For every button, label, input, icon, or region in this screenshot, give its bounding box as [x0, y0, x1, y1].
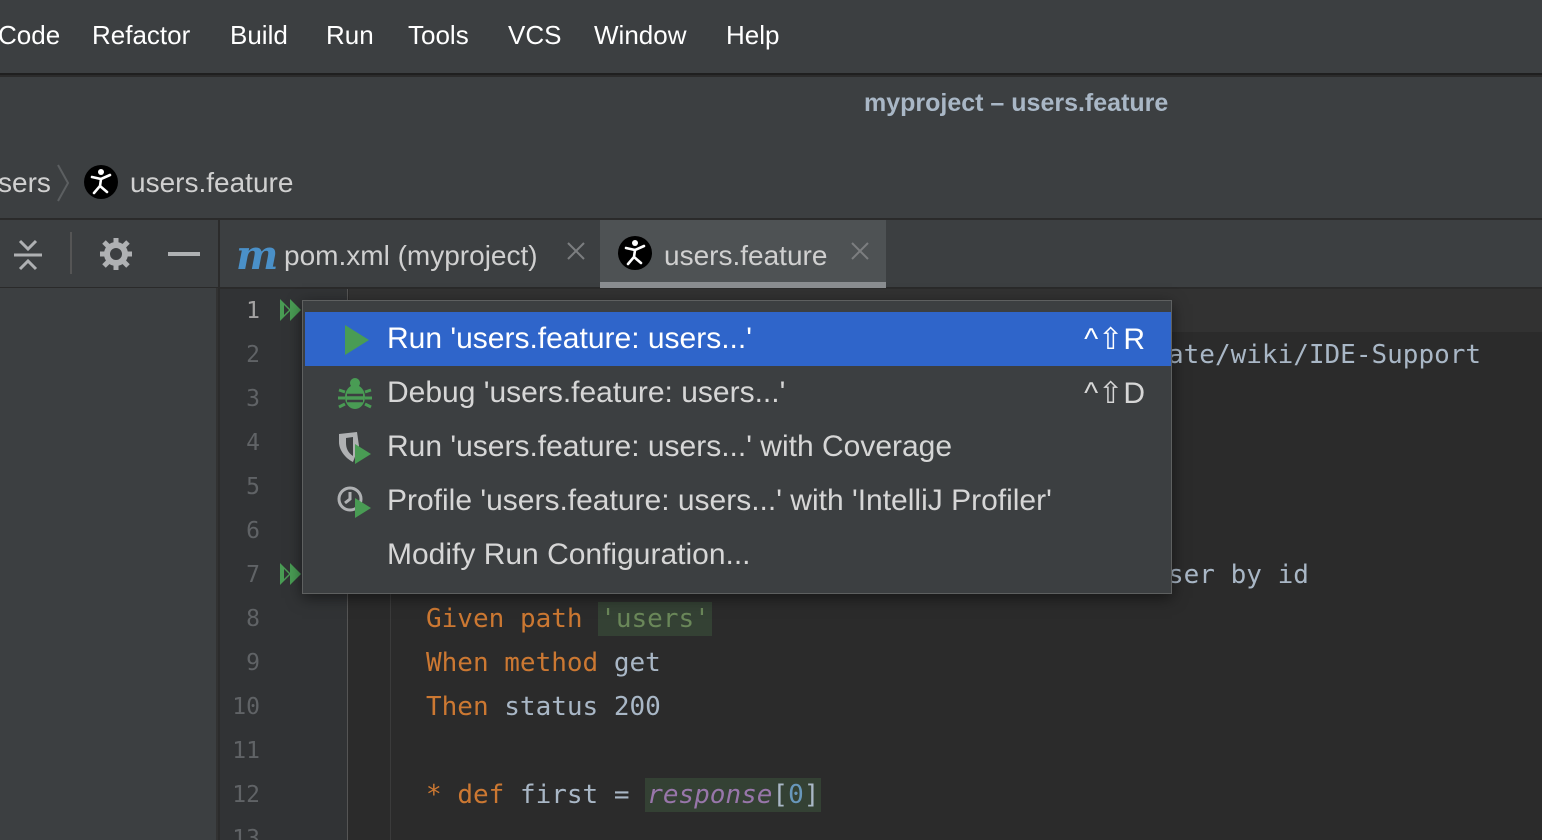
line-number: 6 — [246, 518, 260, 544]
tab-label: pom.xml (myproject) — [284, 240, 538, 271]
title-bar: myproject – users.feature — [0, 77, 1542, 137]
coverage-icon — [339, 432, 371, 464]
code-keyword: Given — [426, 604, 505, 634]
menu-run[interactable]: Run — [326, 20, 374, 51]
code-line-7-tail: ser by id — [1168, 560, 1309, 590]
popup-item-shortcut: ^⇧R — [1084, 323, 1145, 356]
window-title: myproject – users.feature — [864, 89, 1169, 117]
popup-item-profile[interactable]: Profile 'users.feature: users...' with '… — [305, 474, 1171, 528]
code-identifier: first — [519, 780, 599, 810]
line-number: 12 — [232, 782, 260, 808]
code-operator: = — [613, 780, 630, 810]
code-line-2-tail: ate/wiki/IDE-Support — [1168, 340, 1482, 370]
code-line-10: Then status 200 — [426, 692, 661, 722]
menu-build[interactable]: Build — [230, 20, 288, 51]
close-icon[interactable] — [565, 240, 587, 262]
line-number: 9 — [246, 650, 260, 676]
editor-tabs: m pom.xml (myproject) users.feature — [220, 220, 1542, 288]
popup-item-run[interactable]: Run 'users.feature: users...' ^⇧R — [305, 312, 1171, 366]
code-star: * — [426, 780, 442, 810]
collapse-all-icon[interactable] — [12, 238, 44, 272]
close-icon[interactable] — [849, 240, 871, 262]
code-number: 0 — [788, 780, 804, 810]
line-number: 1 — [246, 298, 260, 324]
minimize-icon[interactable] — [168, 252, 200, 258]
run-scenario-gutter-icon[interactable] — [278, 561, 304, 587]
line-number: 11 — [232, 738, 260, 764]
code-variable: response — [647, 780, 773, 810]
popup-item-label: Debug 'users.feature: users...' — [387, 376, 786, 409]
tab-users-feature[interactable]: users.feature — [600, 220, 886, 288]
tab-pom-xml[interactable]: m pom.xml (myproject) — [220, 220, 600, 288]
line-number: 2 — [246, 342, 260, 368]
chevron-right-icon — [57, 164, 70, 202]
breadcrumb-parent[interactable]: sers — [0, 167, 51, 199]
code-keyword: def — [457, 780, 505, 810]
popup-item-label: Profile 'users.feature: users...' with '… — [387, 484, 1052, 517]
run-context-popup: Run 'users.feature: users...' ^⇧R Debug … — [302, 300, 1172, 594]
maven-icon: m — [236, 232, 279, 279]
popup-item-coverage[interactable]: Run 'users.feature: users...' with Cover… — [305, 420, 1171, 474]
popup-item-debug[interactable]: Debug 'users.feature: users...' ^⇧D — [305, 366, 1171, 420]
code-string: 'users' — [598, 602, 712, 636]
menu-vcs[interactable]: VCS — [508, 20, 561, 51]
menu-window[interactable]: Window — [594, 20, 686, 51]
profiler-icon — [337, 486, 371, 518]
popup-item-label: Run 'users.feature: users...' — [387, 322, 752, 355]
code-keyword: path — [519, 604, 583, 634]
run-feature-gutter-icon[interactable] — [278, 297, 304, 323]
line-number: 13 — [232, 826, 260, 840]
popup-item-shortcut: ^⇧D — [1084, 377, 1145, 410]
code-line-9: When method get — [426, 648, 661, 678]
debug-icon — [338, 378, 372, 409]
breadcrumb-current[interactable]: users.feature — [130, 167, 293, 199]
code-line-8: Given path 'users' — [426, 602, 712, 636]
menu-tools[interactable]: Tools — [408, 20, 469, 51]
menu-code[interactable]: Code — [0, 20, 60, 51]
line-number: 4 — [246, 430, 260, 456]
code-keyword: Then — [426, 692, 489, 722]
toolbar-divider — [70, 232, 72, 274]
line-number: 7 — [246, 562, 260, 588]
line-number: 8 — [246, 606, 260, 632]
menu-bar: Code Refactor Build Run Tools VCS Window… — [0, 0, 1542, 75]
code-line-12: * def first = response[0] — [426, 778, 822, 812]
popup-item-label: Modify Run Configuration... — [387, 538, 751, 571]
line-number: 3 — [246, 386, 260, 412]
gear-icon[interactable] — [99, 237, 133, 271]
menu-refactor[interactable]: Refactor — [92, 20, 190, 51]
code-text: get — [613, 648, 661, 678]
menu-help[interactable]: Help — [726, 20, 779, 51]
code-keyword: When — [426, 648, 489, 678]
tab-label: users.feature — [664, 240, 828, 271]
popup-item-label: Run 'users.feature: users...' with Cover… — [387, 430, 953, 463]
code-number: 200 — [613, 692, 661, 722]
code-bracket: ] — [803, 780, 820, 810]
line-number: 10 — [232, 694, 260, 720]
indent-guide — [390, 590, 391, 840]
karate-icon — [618, 236, 652, 270]
project-toolbar — [0, 220, 218, 288]
code-keyword: method — [504, 648, 599, 678]
run-icon — [345, 325, 369, 355]
project-panel — [0, 288, 218, 840]
line-number: 5 — [246, 474, 260, 500]
breadcrumb: sers users.feature — [0, 137, 1542, 219]
popup-item-modify-config[interactable]: Modify Run Configuration... — [305, 528, 1171, 582]
code-text: status — [504, 692, 599, 722]
karate-icon — [84, 165, 118, 199]
active-tab-indicator — [600, 282, 886, 288]
code-bracket: [ — [772, 780, 789, 810]
